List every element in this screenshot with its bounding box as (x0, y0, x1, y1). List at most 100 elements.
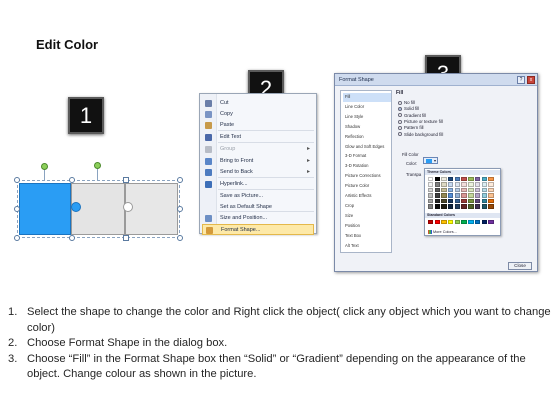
menu-item-copy[interactable]: Copy (202, 109, 314, 120)
color-swatch[interactable] (488, 182, 494, 187)
color-swatch[interactable] (468, 204, 474, 209)
more-colors-link[interactable]: More Colors... (428, 230, 457, 234)
color-swatch[interactable] (481, 193, 487, 198)
color-swatch[interactable] (448, 220, 454, 225)
color-swatch[interactable] (474, 204, 481, 209)
category-item[interactable]: Reflection (343, 133, 391, 142)
color-swatch[interactable] (454, 198, 461, 204)
color-swatch[interactable] (428, 177, 434, 182)
close-icon[interactable]: x (527, 76, 535, 84)
color-swatch[interactable] (434, 204, 441, 209)
color-swatch[interactable] (428, 204, 434, 209)
category-item[interactable]: Position (343, 222, 391, 231)
color-swatch[interactable] (454, 220, 461, 225)
selected-shape-group[interactable] (14, 162, 183, 241)
color-swatch[interactable] (428, 193, 434, 198)
color-swatch[interactable] (488, 187, 494, 193)
color-swatch[interactable] (474, 182, 481, 187)
color-swatch[interactable] (448, 198, 454, 204)
category-item[interactable]: Text Box (343, 232, 391, 241)
resize-handle[interactable] (177, 177, 183, 183)
resize-handle[interactable] (14, 235, 20, 241)
color-swatch[interactable] (468, 177, 474, 182)
color-swatch[interactable] (481, 182, 487, 187)
color-swatch[interactable] (461, 182, 467, 187)
color-swatch[interactable] (428, 220, 434, 225)
color-swatch[interactable] (434, 220, 441, 225)
menu-item-bring-to-front[interactable]: Bring to Front ▸ (202, 156, 314, 167)
color-swatch[interactable] (461, 193, 467, 198)
color-swatch[interactable] (434, 177, 441, 182)
fill-option-radio[interactable]: Picture or texture fill (398, 119, 443, 124)
rotation-handle[interactable] (41, 163, 48, 170)
color-swatch[interactable] (441, 220, 447, 225)
color-swatch[interactable] (454, 193, 461, 198)
color-swatch[interactable] (428, 187, 434, 193)
resize-handle[interactable] (177, 206, 183, 212)
color-swatch[interactable] (481, 204, 487, 209)
color-swatch[interactable] (488, 193, 494, 198)
close-button[interactable]: Close (508, 262, 532, 270)
rotation-handle[interactable] (94, 162, 101, 169)
color-swatch[interactable] (441, 193, 447, 198)
color-swatch[interactable] (448, 193, 454, 198)
category-item[interactable]: 3-D Format (343, 152, 391, 161)
resize-handle[interactable] (14, 177, 20, 183)
color-swatch[interactable] (474, 193, 481, 198)
color-swatch[interactable] (488, 204, 494, 209)
color-swatch[interactable] (441, 198, 447, 204)
resize-handle[interactable] (69, 177, 75, 183)
menu-item-cut[interactable]: Cut (202, 98, 314, 109)
color-swatch[interactable] (448, 177, 454, 182)
resize-handle[interactable] (69, 235, 75, 241)
color-swatch[interactable] (474, 198, 481, 204)
color-swatch[interactable] (428, 182, 434, 187)
menu-item-group[interactable]: Group ▸ (202, 144, 314, 155)
category-item[interactable]: 3-D Rotation (343, 162, 391, 171)
resize-handle[interactable] (177, 235, 183, 241)
color-swatch[interactable] (488, 220, 494, 225)
fill-option-radio[interactable]: Pattern fill (398, 125, 424, 130)
category-item[interactable]: Fill (343, 93, 391, 102)
menu-item-size-and-position[interactable]: Size and Position... (202, 213, 314, 224)
color-swatch[interactable] (461, 177, 467, 182)
color-swatch[interactable] (441, 177, 447, 182)
color-swatch[interactable] (474, 177, 481, 182)
resize-handle[interactable] (123, 177, 129, 183)
help-button[interactable]: ? (517, 76, 525, 84)
color-swatch[interactable] (481, 187, 487, 193)
color-swatch[interactable] (461, 204, 467, 209)
color-swatch[interactable] (454, 204, 461, 209)
color-swatch[interactable] (461, 198, 467, 204)
color-swatch[interactable] (434, 193, 441, 198)
color-swatch[interactable] (441, 182, 447, 187)
color-swatch[interactable] (488, 198, 494, 204)
color-swatch[interactable] (481, 220, 487, 225)
fill-option-radio[interactable]: No fill (398, 100, 415, 105)
resize-handle[interactable] (14, 206, 20, 212)
color-swatch[interactable] (434, 187, 441, 193)
color-swatch[interactable] (488, 177, 494, 182)
category-item[interactable]: Size (343, 212, 391, 221)
color-swatch[interactable] (448, 187, 454, 193)
category-item[interactable]: Crop (343, 202, 391, 211)
menu-item-save-as-picture[interactable]: Save as Picture... (202, 191, 314, 202)
color-swatch[interactable] (454, 177, 461, 182)
color-swatch[interactable] (468, 182, 474, 187)
color-swatch[interactable] (434, 182, 441, 187)
category-item[interactable]: Picture Corrections (343, 172, 391, 181)
color-swatch[interactable] (454, 187, 461, 193)
category-item[interactable]: Alt Text (343, 242, 391, 251)
color-swatch[interactable] (441, 204, 447, 209)
category-item[interactable]: Line Color (343, 103, 391, 112)
resize-handle[interactable] (123, 235, 129, 241)
color-swatch[interactable] (468, 198, 474, 204)
color-swatch[interactable] (474, 187, 481, 193)
color-swatch[interactable] (448, 182, 454, 187)
category-item[interactable]: Artistic Effects (343, 192, 391, 201)
color-swatch[interactable] (441, 187, 447, 193)
category-item[interactable]: Line Style (343, 113, 391, 122)
color-swatch[interactable] (481, 177, 487, 182)
color-swatch[interactable] (454, 182, 461, 187)
color-swatch[interactable] (428, 198, 434, 204)
